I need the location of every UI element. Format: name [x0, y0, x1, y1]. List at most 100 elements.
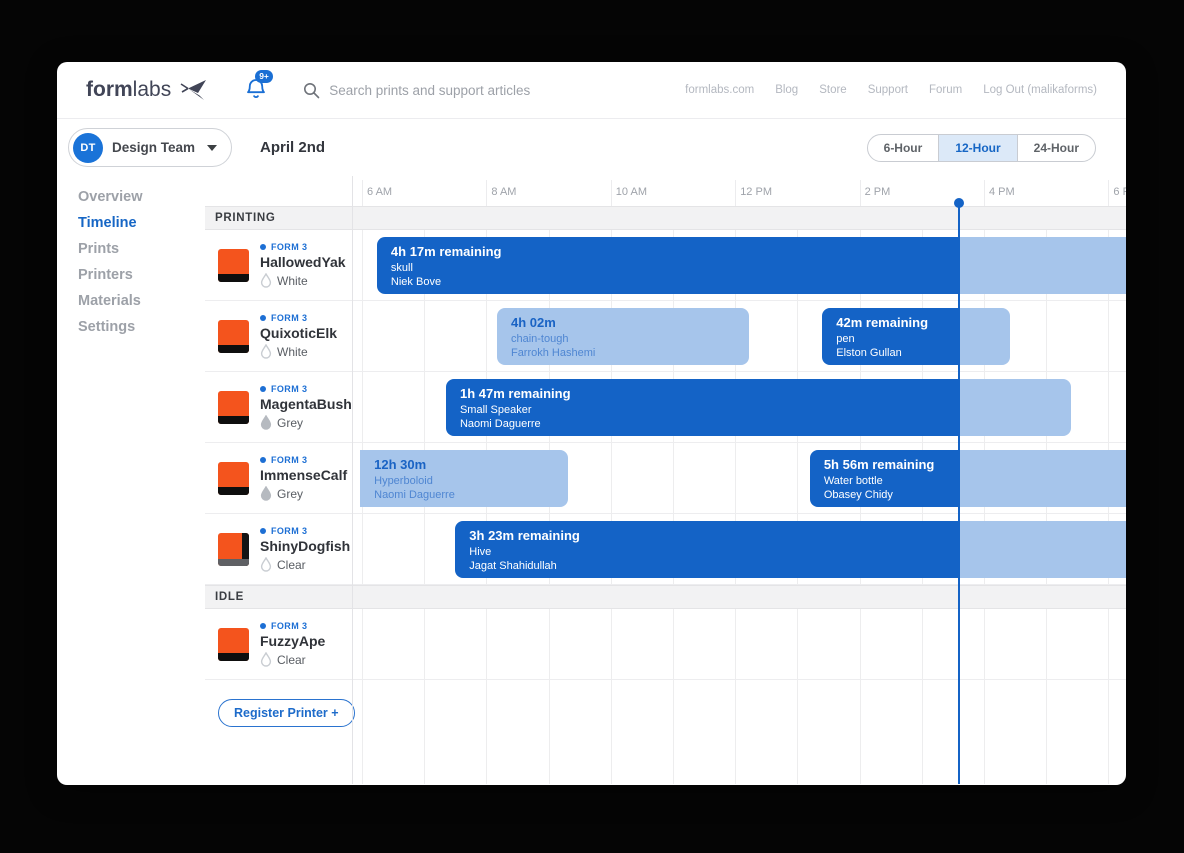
printer-meta: FORM 3MagentaBushGrey — [260, 384, 352, 430]
team-selector[interactable]: DT Design Team — [68, 128, 232, 167]
printer-material-name: Clear — [277, 653, 306, 667]
printer-icon-base — [218, 274, 249, 282]
printer-name: HallowedYak — [260, 254, 346, 270]
search-input[interactable] — [329, 83, 669, 98]
print-job-bar[interactable]: 42m remainingpenElston Gullan — [822, 308, 1010, 365]
job-user-name: Obasey Chidy — [824, 489, 935, 501]
material-droplet-icon — [260, 486, 272, 501]
axis-tick — [860, 180, 861, 206]
printer-row: FORM 3ImmenseCalfGrey12h 30mHyperboloidN… — [205, 443, 1126, 514]
job-part-name: Hyperboloid — [374, 475, 455, 487]
status-dot — [260, 244, 266, 250]
status-dot — [260, 457, 266, 463]
job-part-name: Water bottle — [824, 475, 935, 487]
printer-model-label: FORM 3 — [260, 455, 347, 465]
printer-row: FORM 3 ShinyDogfish Clear 3h 23m remainingH… — [205, 514, 1126, 585]
printer-info-immensecalf[interactable]: FORM 3ImmenseCalfGrey — [205, 443, 352, 513]
range-button-6-hour[interactable]: 6-Hour — [868, 135, 939, 161]
app-window: formlabs 9+ — [57, 62, 1126, 785]
range-button-24-hour[interactable]: 24-Hour — [1017, 135, 1095, 161]
sidebar-item-materials[interactable]: Materials — [57, 288, 205, 314]
printer-material-name: Clear — [277, 558, 306, 572]
timeline-content: PRINTINGFORM 3HallowedYakWhite4h 17m rem… — [205, 206, 1126, 680]
printer-model-text: FORM 3 — [271, 384, 307, 394]
range-button-12-hour[interactable]: 12-Hour — [938, 135, 1016, 161]
job-part-name: pen — [836, 333, 928, 345]
printer-chart-lane: 4h 02mchain-toughFarrokh Hashemi42m rema… — [352, 301, 1126, 371]
register-printer-button[interactable]: Register Printer + — [218, 699, 355, 727]
axis-label: 4 PM — [989, 186, 1015, 198]
print-job-bar[interactable]: 4h 02mchain-toughFarrokh Hashemi — [497, 308, 749, 365]
job-remaining-segment — [959, 237, 1126, 294]
header-link-log-out-malikaforms[interactable]: Log Out (malikaforms) — [983, 84, 1097, 96]
printer-icon — [218, 391, 249, 424]
printer-chart-lane: 12h 30mHyperboloidNaomi Daguerre5h 56m r… — [352, 443, 1126, 513]
job-user-name: Naomi Daguerre — [374, 489, 455, 501]
axis-tick — [735, 180, 736, 206]
printer-name: FuzzyApe — [260, 633, 325, 649]
printer-chart-lane: 1h 47m remainingSmall SpeakerNaomi Dague… — [352, 372, 1126, 442]
status-dot — [260, 315, 266, 321]
printer-icon-base — [218, 653, 249, 661]
toolbar: DT Design Team April 2nd 6-Hour12-Hour24… — [57, 119, 1126, 176]
axis-label: 8 AM — [491, 186, 516, 198]
job-user-name: Elston Gullan — [836, 347, 928, 359]
header-links: formlabs.com Blog Store Support Forum Log Out… — [685, 84, 1097, 96]
printer-info-fuzzyape[interactable]: FORM 3 FuzzyApe Clear — [205, 609, 352, 679]
printer-name: QuixoticElk — [260, 325, 337, 341]
material-droplet-icon — [260, 557, 272, 572]
printer-icon — [218, 320, 249, 353]
job-label: 3h 23m remainingHiveJagat Shahidullah — [469, 528, 580, 572]
printer-model-text: FORM 3 — [271, 526, 307, 536]
axis-tick — [611, 180, 612, 206]
header-link-forum[interactable]: Forum — [929, 84, 962, 96]
header-link-support[interactable]: Support — [868, 84, 908, 96]
notification-badge: 9+ — [255, 70, 273, 83]
job-remaining-segment — [959, 308, 1010, 365]
job-time-label: 1h 47m remaining — [460, 386, 571, 401]
status-dot — [260, 623, 266, 629]
notifications-button[interactable]: 9+ — [245, 77, 271, 103]
printer-material: White — [260, 273, 346, 288]
job-label: 4h 02mchain-toughFarrokh Hashemi — [511, 315, 595, 359]
print-job-bar[interactable]: 4h 17m remainingskullNiek Bove — [377, 237, 1126, 294]
header-link-formlabs-com[interactable]: formlabs.com — [685, 84, 754, 96]
current-time-line — [958, 203, 960, 784]
sidebar-item-overview[interactable]: Overview — [57, 184, 205, 210]
sidebar-item-timeline[interactable]: Timeline — [57, 210, 205, 236]
header-link-store[interactable]: Store — [819, 84, 847, 96]
print-job-bar[interactable]: 12h 30mHyperboloidNaomi Daguerre — [360, 450, 568, 507]
sidebar-item-printers[interactable]: Printers — [57, 262, 205, 288]
axis-tick — [1108, 180, 1109, 206]
team-name: Design Team — [112, 140, 195, 155]
printer-model-text: FORM 3 — [271, 313, 307, 323]
printer-material: White — [260, 344, 337, 359]
printer-meta: FORM 3 FuzzyApe Clear — [260, 621, 325, 667]
print-job-bar[interactable]: 1h 47m remainingSmall SpeakerNaomi Dague… — [446, 379, 1071, 436]
printer-info-hallowedyak[interactable]: FORM 3HallowedYakWhite — [205, 230, 352, 300]
job-part-name: skull — [391, 262, 502, 274]
butterfly-logo-icon — [177, 79, 207, 101]
current-date: April 2nd — [260, 139, 325, 156]
printer-icon — [218, 462, 249, 495]
print-job-bar[interactable]: 5h 56m remainingWater bottleObasey Chidy — [810, 450, 1126, 507]
sidebar-item-prints[interactable]: Prints — [57, 236, 205, 262]
axis-label: 12 PM — [740, 186, 772, 198]
team-avatar: DT — [73, 133, 103, 163]
printer-name: ShinyDogfish — [260, 538, 350, 554]
printer-name: ImmenseCalf — [260, 467, 347, 483]
print-job-bar[interactable]: 3h 23m remainingHiveJagat Shahidullah — [455, 521, 1126, 578]
printer-info-quixoticelk[interactable]: FORM 3 QuixoticElk White — [205, 301, 352, 371]
printer-info-magentabush[interactable]: FORM 3MagentaBushGrey — [205, 372, 352, 442]
section-header-idle: IDLE — [205, 585, 1126, 609]
printer-material: Clear — [260, 557, 350, 572]
printer-info-shinydogfish[interactable]: FORM 3 ShinyDogfish Clear — [205, 514, 352, 584]
header-link-blog[interactable]: Blog — [775, 84, 798, 96]
search-icon — [303, 82, 320, 99]
printer-icon-base — [218, 416, 249, 424]
search-bar[interactable] — [303, 82, 685, 99]
axis-tick — [486, 180, 487, 206]
printer-chart-lane — [352, 609, 1126, 679]
sidebar-item-settings[interactable]: Settings — [57, 314, 205, 340]
printer-model-label: FORM 3 — [260, 621, 325, 631]
